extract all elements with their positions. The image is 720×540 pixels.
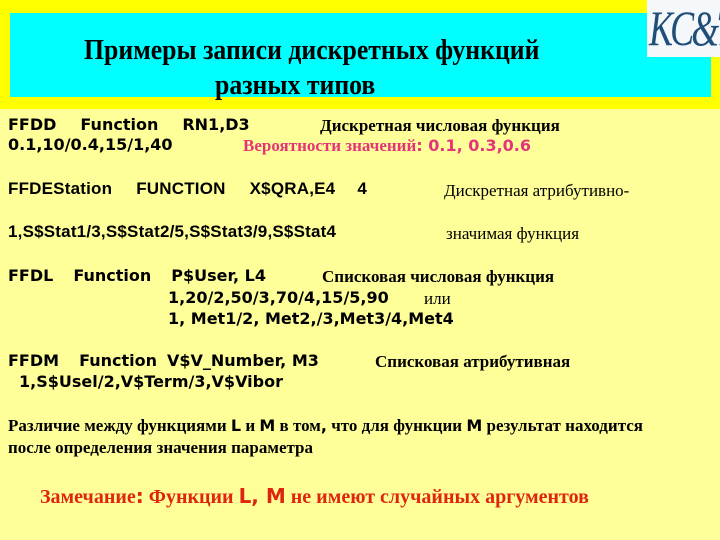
note-letter-l: L	[230, 416, 242, 435]
ffdl-or-label: или	[424, 289, 451, 308]
ffdd-prob-label: Вероятности значений	[243, 136, 417, 155]
ffdd-values: 0.1,10/0.4,15/1,40	[8, 135, 173, 154]
ffdm-description: Списковая атрибутивная	[375, 352, 571, 371]
logo-text: KC&T	[649, 0, 720, 56]
remark-line: Замечание: Функции L, M не имеют случайн…	[40, 484, 589, 509]
kct-logo: KC&T	[647, 0, 720, 57]
note-part-3: в том	[275, 416, 321, 435]
ffdd-probabilities: Вероятности значений: 0.1, 0.3,0.6	[243, 136, 531, 156]
ffdestation-values: 1,S$Stat1/3,S$Stat2/5,S$Stat3/9,S$Stat4	[8, 222, 337, 241]
ffdd-keyword: Function	[80, 115, 159, 134]
title-box: Примеры записи дискретных функций разных…	[10, 13, 711, 101]
remark-letters: L, M	[238, 484, 286, 508]
note-letter-m: M	[259, 416, 276, 435]
ffdestation-name: FFDEStation	[8, 179, 113, 198]
ffdl-values-1: 1,20/2,50/3,70/4,15/5,90	[168, 288, 389, 307]
ffdestation-header-line: FFDEStation FUNCTION X$QRA,E4 4	[8, 179, 367, 199]
remark-part-1: Функции	[143, 486, 239, 508]
ffdd-params: RN1,D3	[182, 115, 250, 134]
ffdestation-keyword: FUNCTION	[136, 179, 226, 198]
note-letter-m2: M	[466, 416, 483, 435]
remark-label: Замечание	[40, 486, 136, 508]
note-part-4: что для функции	[326, 416, 467, 435]
page-title-line-1: Примеры записи дискретных функций	[84, 35, 540, 66]
ffdl-params: P$User, L4	[171, 266, 267, 285]
note-line-1: Различие между функциями L и M в том, чт…	[8, 416, 643, 436]
remark-colon: :	[135, 484, 144, 508]
note-part-5: результат находится	[482, 416, 644, 435]
note-part-1: Различие между функциями	[8, 416, 231, 435]
note-part-2: и	[241, 416, 260, 435]
page-title-line-2: разных типов	[215, 70, 376, 101]
ffdm-keyword: Function	[79, 351, 157, 370]
ffdestation-params: X$QRA,E4	[249, 179, 336, 198]
ffdd-name: FFDD	[8, 115, 57, 134]
ffdd-description: Дискретная числовая функция	[320, 116, 560, 135]
ffdm-header-line: FFDM Function V$V_Number, M3	[8, 351, 319, 371]
ffdestation-description-2: значимая функция	[446, 224, 580, 243]
ffdd-values-line: 0.1,10/0.4,15/1,40	[8, 135, 173, 155]
ffdl-values-2: 1, Met1/2, Met2,/3,Met3/4,Met4	[168, 309, 454, 328]
ffdm-params: V$V_Number, M3	[166, 351, 319, 370]
ffdestation-description-1: Дискретная атрибутивно-	[444, 181, 630, 200]
ffdl-header-line: FFDL Function P$User, L4	[8, 266, 266, 286]
ffdd-prob-values: 0.1, 0.3,0.6	[422, 136, 531, 155]
ffdm-name: FFDM	[8, 351, 60, 370]
ffdl-description: Списковая числовая функция	[322, 267, 555, 286]
ffdm-values: 1,S$Usel/2,V$Term/3,V$Vibor	[19, 372, 283, 391]
ffdl-keyword: Function	[73, 266, 152, 285]
ffdl-name: FFDL	[8, 266, 54, 285]
ffdd-header-line: FFDD Function RN1,D3	[8, 115, 250, 135]
ffdestation-count: 4	[357, 179, 367, 198]
remark-part-2: не имеют случайных аргументов	[285, 486, 589, 508]
note-line-2: после определения значения параметра	[8, 438, 314, 457]
